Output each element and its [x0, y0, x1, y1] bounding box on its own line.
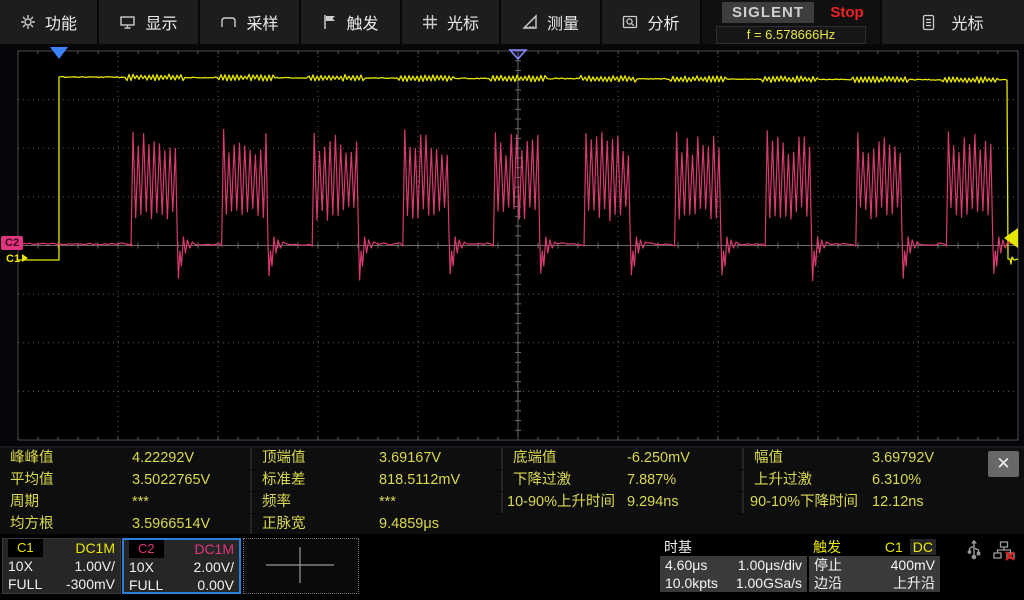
menu-item-display[interactable]: 显示 [99, 0, 200, 44]
waveform-canvas [17, 47, 1019, 441]
menu-item-cursor-panel[interactable]: 光标 [882, 0, 1024, 44]
trigger-flag-icon [324, 15, 336, 29]
timebase-memory: 10.0kpts [665, 575, 718, 591]
trigger-mode: 停止 [814, 557, 842, 573]
acquire-icon [221, 17, 237, 27]
channel-coupling: DC1M [194, 541, 234, 557]
menu-bar: 功能 显示 采样 触发 光标 测量 分析 SIGLENT Stop f = 6.… [0, 0, 1024, 46]
display-icon [120, 16, 136, 29]
close-icon[interactable]: ✕ [988, 451, 1019, 477]
channel-probe: 10X [129, 559, 154, 575]
meas-label: 峰峰值 [0, 448, 132, 469]
trigger-level: 400mV [890, 557, 935, 573]
c1-position-marker[interactable]: C1 [6, 253, 29, 265]
timebase-scale: 1.00μs/div [737, 557, 802, 573]
timebase-delay: 4.60μs [665, 557, 708, 573]
bottom-status-bar: C1 DC1M 10X 1.00V/ FULL -300mV C2 DC1M 10X 2.… [0, 534, 1024, 600]
channel-probe: 10X [8, 558, 33, 574]
lan-icon [993, 541, 1015, 561]
channel-offset: 0.00V [197, 577, 234, 593]
meas-value: *** [132, 492, 250, 513]
trigger-source: C1 [880, 539, 907, 555]
c2-position-marker[interactable]: C2 [1, 236, 24, 250]
meas-label: 下降过激 [501, 470, 627, 491]
menu-item-analysis[interactable]: 分析 [602, 0, 702, 44]
menu-item-label: 测量 [546, 16, 579, 33]
channel-bandwidth: FULL [8, 576, 43, 592]
menu-item-label: 分析 [647, 16, 680, 33]
meas-value: -6.250mV [627, 448, 742, 469]
add-channel-button[interactable] [243, 538, 359, 594]
waveform-display: C2 C1 [0, 46, 1024, 446]
add-channel-icon [266, 547, 334, 583]
channel-coupling: DC1M [75, 540, 115, 556]
meas-value: 3.5966514V [132, 514, 250, 535]
menu-item-label: 触发 [346, 16, 379, 33]
meas-value: 7.887% [627, 470, 742, 491]
meas-value: 4.22292V [132, 448, 250, 469]
trigger-title: 触发 [813, 539, 841, 555]
brand-status-block: SIGLENT Stop f = 6.578666Hz [702, 0, 882, 44]
channel-name: C1 [8, 539, 43, 557]
meas-value: 12.12ns [872, 492, 1024, 513]
menu-item-label: 光标 [446, 16, 479, 33]
meas-label: 幅值 [742, 448, 872, 469]
usb-icon [967, 540, 981, 560]
menu-item-label: 功能 [44, 16, 77, 33]
run-state-badge[interactable]: Stop [814, 4, 880, 21]
meas-label: 上升过激 [742, 470, 872, 491]
meas-label: 底端值 [501, 448, 627, 469]
menu-item-measure[interactable]: 测量 [501, 0, 602, 44]
meas-label: 频率 [250, 492, 379, 513]
meas-label: 正脉宽 [250, 514, 379, 535]
timebase-samplerate: 1.00GSa/s [735, 575, 802, 591]
trigger-coupling: DC [909, 539, 936, 555]
c1-arrow-icon [22, 254, 29, 262]
meas-label: 均方根 [0, 514, 132, 535]
meas-value: 3.5022765V [132, 470, 250, 491]
menu-item-label: 采样 [246, 16, 279, 33]
timebase-title: 时基 [664, 539, 692, 555]
channel-box-c1[interactable]: C1 DC1M 10X 1.00V/ FULL -300mV [2, 538, 121, 594]
meas-label: 标准差 [250, 470, 379, 491]
meas-label: 10-90%上升时间 [501, 492, 627, 513]
meas-value: *** [379, 492, 501, 513]
measurement-table: 峰峰值 4.22292V 顶端值 3.69167V 底端值 -6.250mV 幅… [0, 446, 1024, 536]
timebase-box[interactable]: 时基 4.60μs 1.00μs/div 10.0kpts 1.00GSa/s [660, 538, 807, 592]
meas-label: 顶端值 [250, 448, 379, 469]
notes-icon [923, 14, 935, 30]
trigger-slope: 上升沿 [893, 575, 935, 591]
meas-label: 周期 [0, 492, 132, 513]
menu-item-utility[interactable]: 功能 [0, 0, 99, 44]
gear-icon [20, 15, 35, 29]
meas-label: 平均值 [0, 470, 132, 491]
menu-item-cursors[interactable]: 光标 [402, 0, 501, 44]
trigger-type: 边沿 [814, 575, 842, 591]
menu-item-label: 光标 [951, 16, 984, 33]
meas-value: 3.69167V [379, 448, 501, 469]
meas-value: 9.4859μs [379, 514, 501, 535]
measure-ruler-icon [522, 14, 537, 29]
trigger-frequency-readout: f = 6.578666Hz [716, 26, 866, 44]
menu-item-trigger[interactable]: 触发 [301, 0, 402, 44]
siglent-logo: SIGLENT [722, 2, 815, 23]
channel-offset: -300mV [65, 576, 115, 592]
channel-name: C2 [129, 540, 164, 558]
menu-item-label: 显示 [145, 16, 178, 33]
menu-item-acquire[interactable]: 采样 [200, 0, 301, 44]
analysis-magnifier-icon [623, 15, 638, 29]
meas-value: 818.5112mV [379, 470, 501, 491]
channel-bandwidth: FULL [129, 577, 164, 593]
meas-label: 90-10%下降时间 [742, 492, 872, 513]
channel-scale: 1.00V/ [74, 558, 115, 574]
trigger-box[interactable]: 触发 C1 DC 停止 400mV 边沿 上升沿 [809, 538, 940, 592]
channel-scale: 2.00V/ [193, 559, 234, 575]
cursor-grid-icon [422, 15, 437, 29]
channel-box-c2[interactable]: C2 DC1M 10X 2.00V/ FULL 0.00V [122, 538, 241, 594]
meas-value: 9.294ns [627, 492, 742, 513]
oscilloscope-screen: 功能 显示 采样 触发 光标 测量 分析 SIGLENT Stop f = 6.… [0, 0, 1024, 600]
